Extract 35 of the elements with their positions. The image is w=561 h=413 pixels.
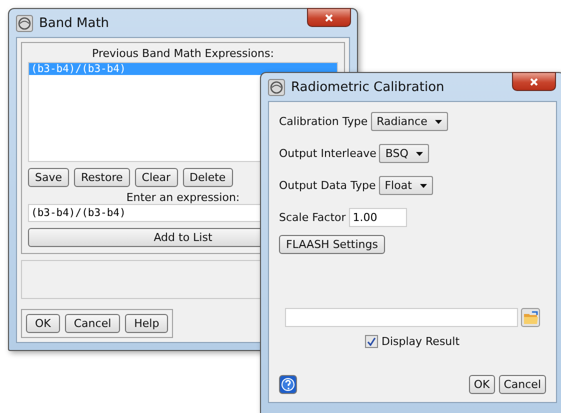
app-logo-icon xyxy=(16,14,33,32)
dropdown[interactable]: Radiance xyxy=(370,112,448,131)
flaash-settings-button[interactable]: FLAASH Settings xyxy=(279,235,385,254)
field-label: Output Data Type xyxy=(279,179,376,192)
list-button[interactable]: Delete xyxy=(182,168,233,187)
dropdown[interactable]: Float xyxy=(378,176,433,195)
window-title: Band Math xyxy=(39,16,110,30)
list-button[interactable]: Restore xyxy=(74,168,130,187)
caret-icon xyxy=(420,184,427,188)
list-label: Previous Band Math Expressions: xyxy=(91,47,275,60)
dialog-button[interactable]: Cancel xyxy=(498,375,546,394)
dropdown[interactable]: BSQ xyxy=(379,144,430,163)
close-button[interactable] xyxy=(307,8,351,27)
list-button[interactable]: Save xyxy=(28,168,70,187)
help-icon[interactable] xyxy=(279,375,297,394)
close-icon xyxy=(530,78,538,86)
display-result-checkbox[interactable] xyxy=(365,335,378,348)
dialog-button[interactable]: OK xyxy=(26,314,60,333)
scale-factor-field[interactable]: 1.00 xyxy=(348,208,407,227)
caret-icon xyxy=(416,152,424,156)
checkbox-label: Display Result xyxy=(381,335,460,348)
field-label: Calibration Type xyxy=(279,115,368,128)
dialog-button[interactable]: Help xyxy=(125,314,168,333)
dialog-button[interactable]: Cancel xyxy=(64,314,120,333)
close-icon xyxy=(325,14,333,22)
list-button[interactable]: Clear xyxy=(134,168,178,187)
folder-icon[interactable] xyxy=(521,308,540,327)
field-label: Output Interleave xyxy=(279,147,376,160)
expression-label: Enter an expression: xyxy=(125,191,241,204)
dialog-button[interactable]: OK xyxy=(468,375,495,394)
caret-icon xyxy=(435,120,442,124)
app-logo-icon xyxy=(268,78,285,96)
close-button[interactable] xyxy=(512,72,556,91)
window-title: Radiometric Calibration xyxy=(291,80,444,94)
output-file-field[interactable] xyxy=(285,308,518,327)
